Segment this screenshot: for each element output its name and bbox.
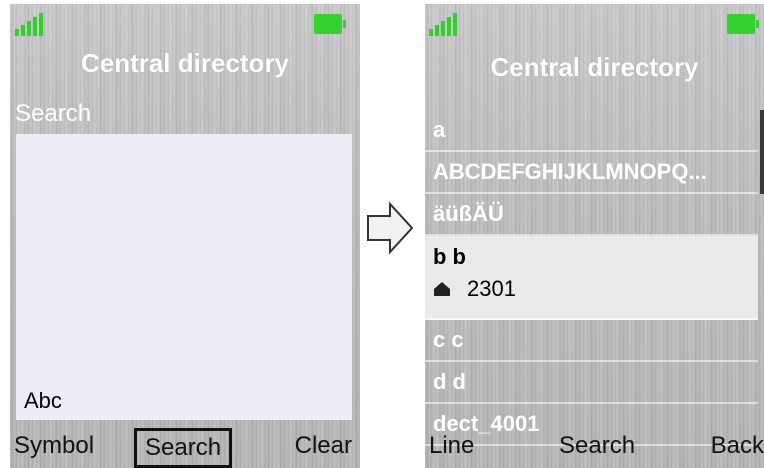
list-item[interactable]: c c: [425, 320, 758, 362]
house-icon: [433, 281, 451, 297]
line-softkey[interactable]: Line: [429, 432, 474, 460]
list-item[interactable]: a: [425, 110, 758, 152]
phone-screen-directory: Central directory a ABCDEFGHIJKLMNOPQ...…: [425, 4, 764, 468]
contact-name: b b: [433, 244, 466, 269]
page-title: Central directory: [80, 48, 290, 78]
right-arrow-icon: [366, 200, 416, 256]
list-item-selected[interactable]: b b 2301: [425, 236, 758, 320]
phone-screen-search: Central directory Search Abc Symbol Sear…: [10, 4, 360, 468]
input-mode-indicator: Abc: [24, 388, 62, 413]
page-title: Central directory: [490, 52, 699, 82]
list-item[interactable]: äüßÄÜ: [425, 194, 758, 236]
list-item[interactable]: ABCDEFGHIJKLMNOPQ...: [425, 152, 758, 194]
search-softkey[interactable]: Search: [559, 432, 635, 460]
directory-list: a ABCDEFGHIJKLMNOPQ... äüßÄÜ b b 2301 c …: [425, 110, 758, 446]
contact-number: 2301: [467, 276, 516, 301]
signal-strength-icon: [15, 12, 45, 36]
search-label: Search: [15, 100, 92, 127]
battery-icon: [727, 14, 759, 34]
signal-strength-icon: [429, 12, 459, 36]
symbol-softkey[interactable]: Symbol: [14, 432, 94, 460]
battery-icon: [314, 14, 346, 34]
search-softkey[interactable]: Search: [134, 428, 233, 468]
search-input[interactable]: Abc: [16, 134, 352, 420]
softkey-bar: Line Search Back: [425, 428, 764, 468]
list-item[interactable]: d d: [425, 362, 758, 404]
scrollbar[interactable]: [760, 110, 764, 194]
clear-softkey[interactable]: Clear: [295, 432, 352, 460]
softkey-bar: Symbol Search Clear: [10, 428, 360, 468]
back-softkey[interactable]: Back: [711, 432, 764, 460]
